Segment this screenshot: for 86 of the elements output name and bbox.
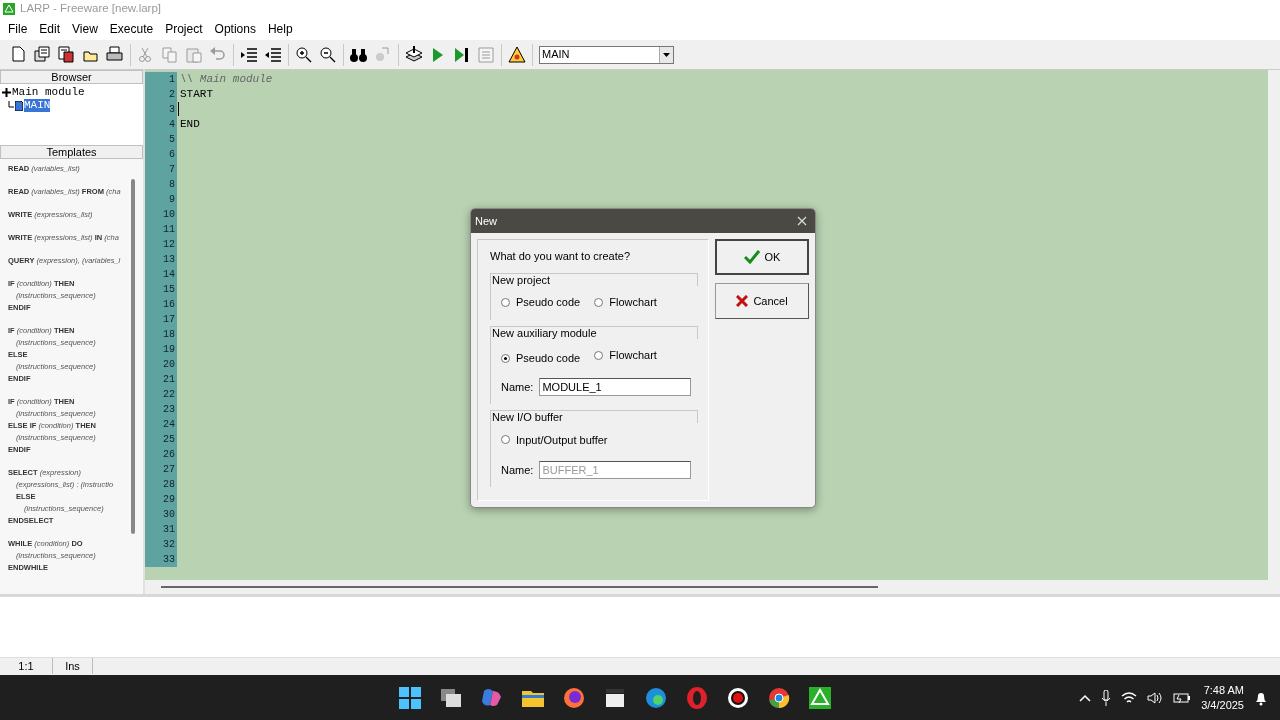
checkmark-icon [743, 250, 760, 264]
line-number: 21 [145, 372, 177, 387]
volume-icon [1147, 691, 1164, 704]
line-number: 24 [145, 417, 177, 432]
document-icon [476, 44, 496, 65]
warning-icon [507, 44, 527, 65]
status-cell: Ins [53, 658, 93, 674]
dialog-prompt: What do you want to create? [490, 249, 632, 264]
line-number: 26 [145, 447, 177, 462]
module-dropdown[interactable]: MAIN [539, 45, 674, 64]
line-number: 1 [145, 72, 177, 87]
save-all-icon [57, 44, 77, 65]
line-number: 25 [145, 432, 177, 447]
menu-item[interactable]: Help [261, 20, 299, 38]
x-icon [736, 295, 749, 307]
tree-line-icon [8, 100, 14, 111]
group-label: New auxiliary module [490, 325, 698, 339]
menu-item[interactable]: Project [159, 20, 209, 38]
dialog-title: New [475, 213, 497, 229]
line-number: 23 [145, 402, 177, 417]
code-comment: \\ Main module [179, 72, 273, 87]
line-number: 28 [145, 477, 177, 492]
clock-date: 3/4/2025 [1201, 697, 1244, 713]
line-number: 4 [145, 117, 177, 132]
ok-button[interactable]: OK [715, 239, 809, 275]
status-cell: 1:1 [0, 658, 53, 674]
name-field[interactable]: MODULE_1 [539, 378, 692, 397]
code-line: START [179, 87, 213, 102]
wifi-icon [1121, 691, 1138, 704]
line-number: 6 [145, 147, 177, 162]
zoom-in-icon [294, 44, 314, 65]
menu-item[interactable]: File [2, 20, 34, 38]
menu-item[interactable]: Options [208, 20, 262, 38]
battery-icon [1173, 691, 1192, 704]
line-number: 3 [145, 102, 177, 117]
line-number: 32 [145, 537, 177, 552]
line-number: 7 [145, 162, 177, 177]
menu-item[interactable]: Execute [103, 20, 160, 38]
radio-option[interactable]: Pseudo code [501, 349, 581, 367]
open-file-icon [33, 44, 53, 65]
field-label: Name: [501, 463, 534, 478]
line-number: 16 [145, 297, 177, 312]
code-line: END [179, 117, 200, 132]
radio-option[interactable]: Flowchart [594, 346, 657, 364]
group-label: New I/O buffer [490, 410, 698, 424]
line-number: 11 [145, 222, 177, 237]
line-number: 31 [145, 522, 177, 537]
dropdown-arrow-icon [663, 52, 670, 57]
group-label: New project [490, 272, 698, 286]
clock-time: 7:48 AM [1202, 682, 1244, 698]
tree-item[interactable]: Main module [12, 86, 85, 99]
chevron-up-icon [1079, 693, 1092, 702]
menu-item[interactable]: View [66, 20, 104, 38]
panel-header: Templates [0, 145, 143, 159]
menu-item[interactable]: Edit [33, 20, 67, 38]
line-number: 17 [145, 312, 177, 327]
line-number: 10 [145, 207, 177, 222]
line-number: 18 [145, 327, 177, 342]
panel-header: Browser [0, 70, 143, 84]
line-number: 19 [145, 342, 177, 357]
line-number: 2 [145, 87, 177, 102]
cancel-button[interactable]: Cancel [715, 283, 809, 319]
line-number: 27 [145, 462, 177, 477]
microphone-icon [1101, 689, 1112, 706]
zoom-out-icon [318, 44, 338, 65]
close-icon [797, 216, 807, 226]
text-cursor [178, 102, 179, 116]
line-number: 33 [145, 552, 177, 567]
field-label: Name: [501, 380, 534, 395]
radio-option[interactable]: Pseudo code [501, 293, 581, 311]
line-number: 14 [145, 267, 177, 282]
window-title: LARP - Freeware [new.larp] [20, 1, 162, 17]
line-number: 12 [145, 237, 177, 252]
radio-option[interactable]: Flowchart [594, 293, 657, 311]
line-number: 5 [145, 132, 177, 147]
line-number: 8 [145, 177, 177, 192]
line-number: 9 [145, 192, 177, 207]
expand-icon [2, 88, 11, 97]
line-number: 30 [145, 507, 177, 522]
line-number: 22 [145, 387, 177, 402]
line-number: 15 [145, 282, 177, 297]
line-number: 13 [145, 252, 177, 267]
radio-option[interactable]: Input/Output buffer [501, 431, 608, 448]
copy-icon [160, 44, 180, 65]
line-number: 29 [145, 492, 177, 507]
line-number: 20 [145, 357, 177, 372]
